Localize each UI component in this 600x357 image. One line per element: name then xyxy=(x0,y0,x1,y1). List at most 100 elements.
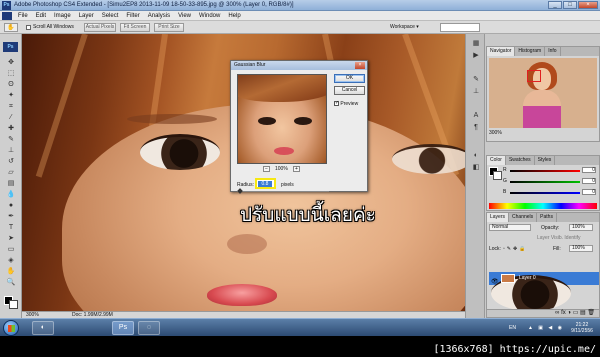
workspace-menu[interactable]: Workspace ▾ xyxy=(390,24,419,30)
menu-file[interactable]: File xyxy=(14,13,32,19)
channel-value[interactable]: 0 xyxy=(582,167,596,173)
dodge-tool-icon[interactable]: ● xyxy=(4,201,18,210)
channel-value[interactable]: 0 xyxy=(582,189,596,195)
menu-filter[interactable]: Filter xyxy=(122,13,143,19)
blend-mode-select[interactable]: Normal xyxy=(489,224,531,231)
magic-wand-tool-icon[interactable]: ✦ xyxy=(4,91,18,100)
maximize-button[interactable]: □ xyxy=(563,1,577,9)
menu-image[interactable]: Image xyxy=(50,13,75,19)
panel-icon-strip: ▦ ▶ ✎ ⊥ A ¶ ◐ ◧ xyxy=(465,34,485,318)
dialog-close-icon[interactable]: × xyxy=(355,62,365,69)
hand-tool-icon[interactable]: ✋ xyxy=(4,267,18,276)
crop-tool-icon[interactable]: ⌗ xyxy=(4,102,18,111)
channel-slider[interactable] xyxy=(510,192,580,194)
history-brush-tool-icon[interactable]: ↺ xyxy=(4,157,18,166)
3d-rotate-tool-icon[interactable]: ◈ xyxy=(4,256,18,265)
marquee-tool-icon[interactable]: ⬚ xyxy=(4,69,18,78)
eraser-tool-icon[interactable]: ▱ xyxy=(4,168,18,177)
zoom-in-button[interactable]: + xyxy=(293,166,300,172)
shape-tool-icon[interactable]: ▭ xyxy=(4,245,18,254)
path-selection-tool-icon[interactable]: ➤ xyxy=(4,234,18,243)
tray-icons[interactable]: ▲ ▣ ◀ ◉ xyxy=(528,325,564,331)
tab-paths[interactable]: Paths xyxy=(537,213,557,222)
menu-view[interactable]: View xyxy=(174,13,195,19)
ok-button[interactable]: OK xyxy=(334,74,365,83)
brush-tool-icon[interactable]: ✎ xyxy=(4,135,18,144)
taskbar-chrome-icon[interactable]: ◐ xyxy=(32,321,54,335)
menu-layer[interactable]: Layer xyxy=(75,13,98,19)
right-eye xyxy=(392,144,465,174)
navigator-view-box[interactable] xyxy=(527,70,541,82)
clock[interactable]: 21:22 9/11/2556 xyxy=(570,322,594,334)
history-panel-icon[interactable]: ▦ xyxy=(471,40,481,48)
navigator-zoom-value[interactable]: 300% xyxy=(489,130,502,136)
minimize-button[interactable]: _ xyxy=(548,1,562,9)
tab-color[interactable]: Color xyxy=(487,156,506,165)
channel-value[interactable]: 0 xyxy=(582,178,596,184)
color-spectrum-ramp[interactable] xyxy=(489,203,597,209)
lasso-tool-icon[interactable]: ʘ xyxy=(4,80,18,89)
hand-tool-preset-icon[interactable]: ✋ xyxy=(4,23,18,32)
tab-navigator[interactable]: Navigator xyxy=(487,47,516,56)
windows-taskbar: ◐ Ps ◌ EN ▲ ▣ ◀ ◉ 21:22 9/11/2556 xyxy=(0,318,600,336)
fill-field[interactable]: 100% xyxy=(569,245,593,252)
menu-window[interactable]: Window xyxy=(195,13,224,19)
close-button[interactable]: × xyxy=(578,1,598,9)
tab-channels[interactable]: Channels xyxy=(509,213,538,222)
zoom-tool-icon[interactable]: 🔍 xyxy=(4,278,18,287)
search-field[interactable] xyxy=(440,23,480,32)
taskbar-photoshop-icon[interactable]: Ps xyxy=(112,321,134,335)
clone-source-panel-icon[interactable]: ⊥ xyxy=(471,88,481,96)
opacity-field[interactable]: 100% xyxy=(569,224,593,231)
character-panel-icon[interactable]: A xyxy=(471,112,481,120)
menu-edit[interactable]: Edit xyxy=(32,13,50,19)
layer-name[interactable]: Layer 0 xyxy=(519,275,536,281)
tab-info[interactable]: Info xyxy=(545,47,561,56)
menu-select[interactable]: Select xyxy=(98,13,123,19)
language-indicator[interactable]: EN xyxy=(509,325,516,331)
gradient-tool-icon[interactable]: ▤ xyxy=(4,179,18,188)
layers-footer-icons[interactable]: ∞ fx ◑ ▭ ▤ 🗑 xyxy=(487,309,599,317)
cancel-button[interactable]: Cancel xyxy=(334,86,365,95)
lock-icons[interactable]: ▫✎✥🔒 xyxy=(503,246,527,252)
adjustments-panel-icon[interactable]: ◐ xyxy=(471,152,481,160)
menu-help[interactable]: Help xyxy=(224,13,244,19)
channel-slider[interactable] xyxy=(510,170,580,172)
healing-brush-tool-icon[interactable]: ✚ xyxy=(4,124,18,133)
taskbar-app-icon[interactable]: ◌ xyxy=(138,321,160,335)
scroll-all-windows-checkbox[interactable] xyxy=(26,25,31,30)
channel-slider[interactable] xyxy=(510,181,580,183)
channel-label: B xyxy=(503,189,507,195)
masks-panel-icon[interactable]: ◧ xyxy=(471,164,481,172)
eyedropper-tool-icon[interactable]: ⁄ xyxy=(4,113,18,122)
brushes-panel-icon[interactable]: ✎ xyxy=(471,76,481,84)
print-size-button[interactable]: Print Size xyxy=(154,23,184,32)
actions-panel-icon[interactable]: ▶ xyxy=(471,52,481,60)
tab-swatches[interactable]: Swatches xyxy=(506,156,535,165)
clock-date: 9/11/2556 xyxy=(571,328,593,334)
start-button[interactable] xyxy=(3,320,19,336)
paragraph-panel-icon[interactable]: ¶ xyxy=(471,124,481,132)
radius-input[interactable]: 0.8 xyxy=(255,178,276,189)
background-color-swatch[interactable] xyxy=(9,300,18,309)
navigator-thumbnail[interactable] xyxy=(489,58,597,128)
zoom-out-button[interactable]: − xyxy=(263,166,270,172)
tab-histogram[interactable]: Histogram xyxy=(515,47,546,56)
tab-styles[interactable]: Styles xyxy=(535,156,556,165)
radius-slider-track[interactable] xyxy=(237,191,329,192)
preview-check-icon[interactable]: ✓ xyxy=(334,101,339,107)
preview-checkbox[interactable]: ✓ Preview xyxy=(334,101,358,107)
color-background-swatch[interactable] xyxy=(493,171,502,180)
radius-value[interactable]: 0.8 xyxy=(258,181,272,187)
actual-pixels-button[interactable]: Actual Pixels xyxy=(84,23,116,32)
move-tool-icon[interactable]: ✥ xyxy=(4,58,18,67)
blur-tool-icon[interactable]: 💧 xyxy=(4,190,18,199)
layer-row-layer-0[interactable]: 👁 Layer 0 xyxy=(489,272,599,311)
fit-screen-button[interactable]: Fit Screen xyxy=(120,23,150,32)
tab-layers[interactable]: Layers xyxy=(487,213,510,222)
clone-stamp-tool-icon[interactable]: ⊥ xyxy=(4,146,18,155)
menu-analysis[interactable]: Analysis xyxy=(144,13,174,19)
pen-tool-icon[interactable]: ✒ xyxy=(4,212,18,221)
type-tool-icon[interactable]: T xyxy=(4,223,18,232)
blur-preview-image[interactable] xyxy=(237,74,327,164)
